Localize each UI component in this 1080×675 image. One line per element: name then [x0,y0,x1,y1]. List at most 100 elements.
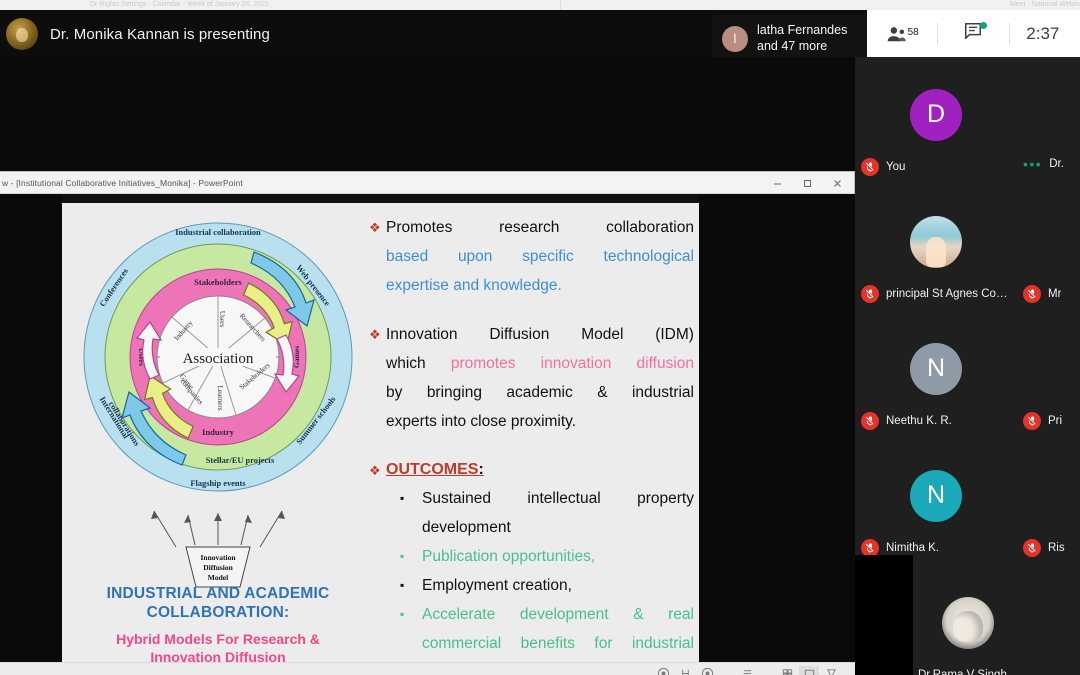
participant-name: Nimitha K. [886,542,940,554]
outcomes-heading: OUTCOMES: [386,456,694,484]
clock-label: 2:37 [1026,23,1060,43]
presenting-label: Dr. Monika Kannan is presenting [50,25,270,43]
outcomes-item-body: Publication opportunities, [422,542,694,571]
participant-count: 58 [907,27,919,38]
participant-name-row: Pri [1023,412,1062,430]
slide-text-word: collaboration [606,219,694,236]
svg-text:Model: Model [208,573,228,582]
participant-name-row: ••• Dr. [1023,157,1064,171]
mic-off-icon [861,158,879,176]
participant-tooltip-pill[interactable]: l latha Fernandes and 47 more [712,15,867,62]
more-options-icon[interactable]: ••• [1023,157,1042,171]
pill-name-line1: latha Fernandes [757,22,848,37]
slide-text-word: for [594,635,613,652]
notes-icon[interactable] [737,666,757,675]
meet-top-bar: Dr. Monika Kannan is presenting l latha … [0,10,1080,62]
outcomes-item-body: Employment creation, [422,571,694,600]
close-icon[interactable] [822,172,852,194]
minimize-icon[interactable] [762,172,792,194]
slide-text-line: Innovation Diffusion Model (IDM) [386,320,694,349]
slide-text-word: diffusion [636,355,694,372]
slide-text-line: Sustained intellectual property [422,484,694,513]
slide-text-word: development [519,606,609,623]
slide-text-word: research [499,219,560,236]
slide-text-word: real [668,606,694,623]
sub-bullet-marker-icon: ▪ [400,549,405,563]
slide-bullet-list: ❖ Promotes research collaboration based upon s… [369,213,694,675]
slide-text-line: expertise and knowledge. [386,271,694,300]
slide-text-line: commercial benefits for industrial [422,629,694,658]
pen-icon[interactable] [675,666,695,675]
slide-text-word: based [386,248,429,265]
participant-name-row: Mr [1023,285,1061,303]
participant-name: Mr [1048,288,1062,300]
previous-slide-icon[interactable] [653,666,673,675]
participant-name: You [886,161,906,173]
grid-view-icon[interactable] [777,666,797,675]
powerpoint-window[interactable]: w - [Institutional Collaborative Initiat… [0,171,855,675]
bullet-marker-icon: ❖ [369,463,381,478]
panel-occluder [855,555,913,675]
svg-text:Industrial collaboration: Industrial collaboration [175,228,261,237]
slide-text-word: (IDM) [655,326,694,343]
outcomes-heading-colon: : [478,461,484,478]
browser-tab-calendar[interactable]: Dr Rights Settings - Calendar - Week of … [90,0,560,10]
slide-text-word: academic [506,384,573,401]
zoom-icon[interactable] [799,665,819,675]
slide-viewport[interactable]: Association Users Researchers Stakeholde… [0,194,855,675]
participant-name: Ris [1048,542,1065,554]
meet-top-actions: 58 2:37 [867,10,1080,57]
slide-text-word: benefits [520,635,575,652]
avatar: N [910,342,962,395]
participant-name: principal St Agnes Co… [886,288,1008,300]
mic-off-icon [1023,412,1041,430]
slide-text-word: industrial [631,635,694,652]
svg-text:Stellar/EU projects: Stellar/EU projects [206,456,275,465]
browser-tab-meet[interactable]: Meet - National Webinar on Need for Coll… [1010,0,1080,10]
next-slide-icon[interactable] [697,666,717,675]
bullet-body: Promotes research collaboration based upon sp… [386,213,694,300]
svg-text:Users: Users [218,311,226,328]
slide-text-word: which [386,355,426,372]
avatar: N [910,469,962,522]
show-everyone-button[interactable]: 58 [867,10,937,57]
restore-icon[interactable] [792,172,822,194]
slide-letterbox-left [0,194,62,664]
slide-right-column: ❖ Promotes research collaboration based upon s… [369,213,694,675]
avatar: D [910,88,962,141]
participants-panel[interactable]: D You ••• Dr. principal St Agnes Co… Mr N Neeth… [855,57,1080,675]
slide-text-line: based upon specific technological [386,242,694,271]
subheadline-line-1: Hybrid Models For Research & [116,631,320,647]
participant-name-row: principal St Agnes Co… [861,285,1007,303]
bullet-body: Innovation Diffusion Model (IDM) which promot… [386,320,694,436]
slide-text-line: Employment creation, [422,571,694,600]
presentation-stage[interactable]: w - [Institutional Collaborative Initiat… [0,57,855,675]
svg-text:Flagship events: Flagship events [190,479,246,488]
svg-text:Learners: Learners [216,385,224,410]
pill-name-line2: and 47 more [757,38,828,53]
slide-text-word: Model [581,326,624,343]
participant-name: Pri [1048,415,1063,427]
participant-name: Neethu K. R. [886,415,952,427]
slide-text-word: commercial [422,635,502,652]
sub-bullet-marker-icon: ▪ [400,578,405,592]
outcomes-heading-text: OUTCOMES [386,461,479,478]
mic-off-icon [861,412,879,430]
slide-text-line: which promotes innovation diffusion [386,349,694,378]
powerpoint-titlebar[interactable]: w - [Institutional Collaborative Initiat… [0,172,854,194]
slide-text-word: bringing [426,384,482,401]
slide-text-word: Promotes [386,219,453,236]
svg-text:Stakeholders: Stakeholders [194,277,242,287]
slide-text-word: promotes [450,355,516,372]
slide-text-line: Publication opportunities, [422,542,694,571]
powerpoint-window-title: w - [Institutional Collaborative Initiat… [2,177,243,188]
slide-text-word: Sustained [422,490,491,507]
slide-text-word: innovation [540,355,612,372]
outcomes-item-body: Sustained intellectual property development [422,484,694,542]
meeting-clock: 2:37 [1010,10,1080,57]
outcomes-item: ▪ Publication opportunities, [400,542,694,571]
participant-name: Dr.Rama V Singh [918,669,1007,675]
fit-slide-icon[interactable] [821,666,841,675]
chat-button[interactable] [938,10,1008,57]
